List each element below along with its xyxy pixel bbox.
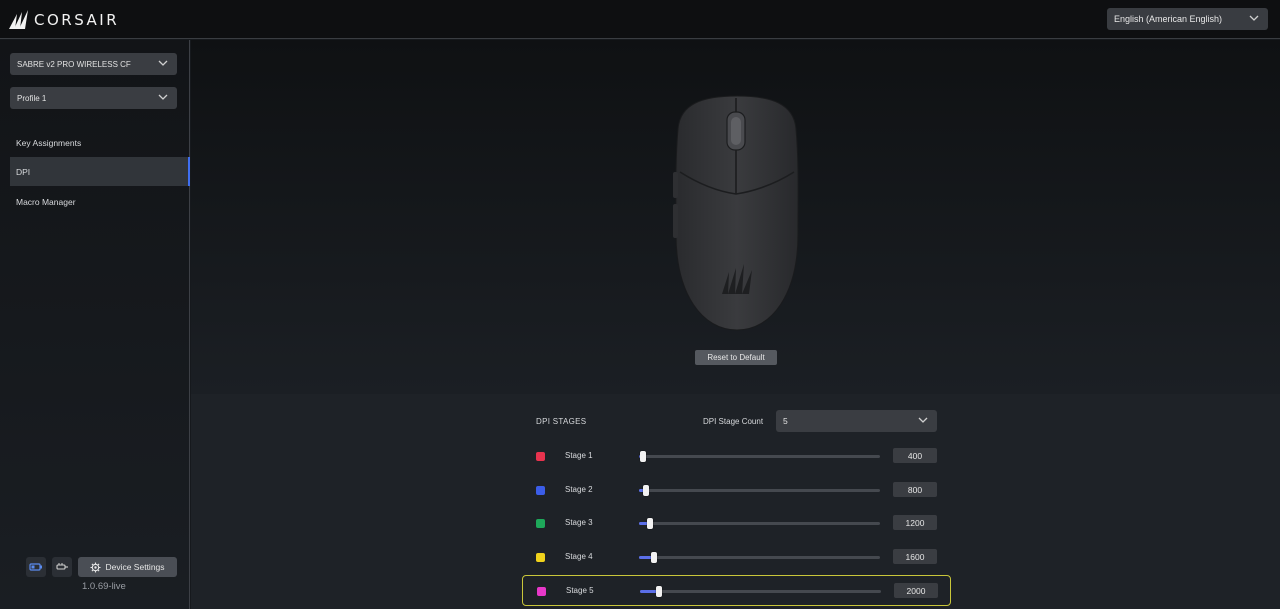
dpi-stage-count-select[interactable]: 5 xyxy=(776,410,937,432)
dpi-stage-row[interactable]: Stage 3 1200 xyxy=(522,508,951,539)
brand-name: CORSAIR xyxy=(34,11,120,29)
stage-color-swatch[interactable] xyxy=(536,553,545,562)
language-select[interactable]: English (American English) xyxy=(1107,8,1268,30)
dpi-slider-thumb[interactable] xyxy=(650,552,657,563)
device-select[interactable]: SABRE v2 PRO WIRELESS CF xyxy=(10,53,177,75)
battery-status-button[interactable] xyxy=(26,557,46,577)
stage-label: Stage 4 xyxy=(565,552,593,561)
dpi-slider-track[interactable] xyxy=(639,485,880,496)
dpi-stage-count-label: DPI Stage Count xyxy=(703,417,764,426)
dpi-value-input[interactable]: 800 xyxy=(893,482,937,497)
stage-color-swatch[interactable] xyxy=(536,486,545,495)
profile-name: Profile 1 xyxy=(17,93,47,103)
language-value: English (American English) xyxy=(1114,14,1223,24)
stage-label: Stage 2 xyxy=(565,485,593,494)
dpi-slider-track[interactable] xyxy=(640,586,881,597)
sidebar-item-label: DPI xyxy=(16,166,31,177)
corsair-logo: CORSAIR xyxy=(8,9,119,31)
dpi-stage-row[interactable]: Stage 4 1600 xyxy=(522,542,951,573)
profile-select[interactable]: Profile 1 xyxy=(10,87,177,109)
sidebar-item-label: Macro Manager xyxy=(16,196,76,207)
mouse-image xyxy=(673,95,799,331)
top-bar: CORSAIR English (American English) xyxy=(0,0,1280,39)
device-settings-label: Device Settings xyxy=(105,562,165,572)
dpi-slider-track[interactable] xyxy=(639,518,880,529)
dpi-stages-title: DPI STAGES xyxy=(536,417,587,426)
stage-color-swatch[interactable] xyxy=(536,452,545,461)
app-version: 1.0.69-live xyxy=(82,581,126,592)
chevron-down-icon xyxy=(158,94,168,100)
dpi-slider-thumb[interactable] xyxy=(647,518,654,529)
sidebar: SABRE v2 PRO WIRELESS CF Profile 1 Key A… xyxy=(0,40,190,609)
dpi-stage-row-selected[interactable]: Stage 5 2000 xyxy=(522,575,951,606)
reset-to-default-button[interactable]: Reset to Default xyxy=(695,350,777,365)
connection-status-button[interactable] xyxy=(52,557,72,577)
stage-label: Stage 1 xyxy=(565,451,593,460)
sidebar-item-macro-manager[interactable]: Macro Manager xyxy=(10,187,190,216)
chevron-down-icon xyxy=(918,417,928,423)
dpi-value-input[interactable]: 1200 xyxy=(893,515,937,530)
stage-label: Stage 3 xyxy=(565,518,593,527)
device-name: SABRE v2 PRO WIRELESS CF xyxy=(17,59,131,69)
stage-color-swatch[interactable] xyxy=(537,587,546,596)
stage-label: Stage 5 xyxy=(566,586,594,595)
wireless-dongle-icon xyxy=(56,563,68,570)
dpi-stage-row[interactable]: Stage 1 400 xyxy=(522,441,951,472)
dpi-value-input[interactable]: 400 xyxy=(893,448,937,463)
dpi-slider-track[interactable] xyxy=(639,451,880,462)
dpi-stage-count-value: 5 xyxy=(783,416,788,426)
dpi-stage-row[interactable]: Stage 2 800 xyxy=(522,475,951,506)
chevron-down-icon xyxy=(158,60,168,66)
device-settings-button[interactable]: Device Settings xyxy=(78,557,177,577)
sidebar-item-dpi[interactable]: DPI xyxy=(10,157,190,186)
dpi-slider-thumb[interactable] xyxy=(655,586,662,597)
dpi-slider-track[interactable] xyxy=(639,552,880,563)
chevron-down-icon xyxy=(1249,15,1259,21)
corsair-sails-icon xyxy=(9,10,28,29)
dpi-slider-thumb[interactable] xyxy=(639,451,646,462)
dpi-value-input[interactable]: 2000 xyxy=(894,583,938,598)
dpi-value-input[interactable]: 1600 xyxy=(893,549,937,564)
stage-color-swatch[interactable] xyxy=(536,519,545,528)
gear-icon xyxy=(90,561,102,573)
sidebar-item-key-assignments[interactable]: Key Assignments xyxy=(10,128,190,157)
sidebar-item-label: Key Assignments xyxy=(16,137,82,148)
dpi-slider-thumb[interactable] xyxy=(643,485,650,496)
battery-icon xyxy=(29,563,42,571)
